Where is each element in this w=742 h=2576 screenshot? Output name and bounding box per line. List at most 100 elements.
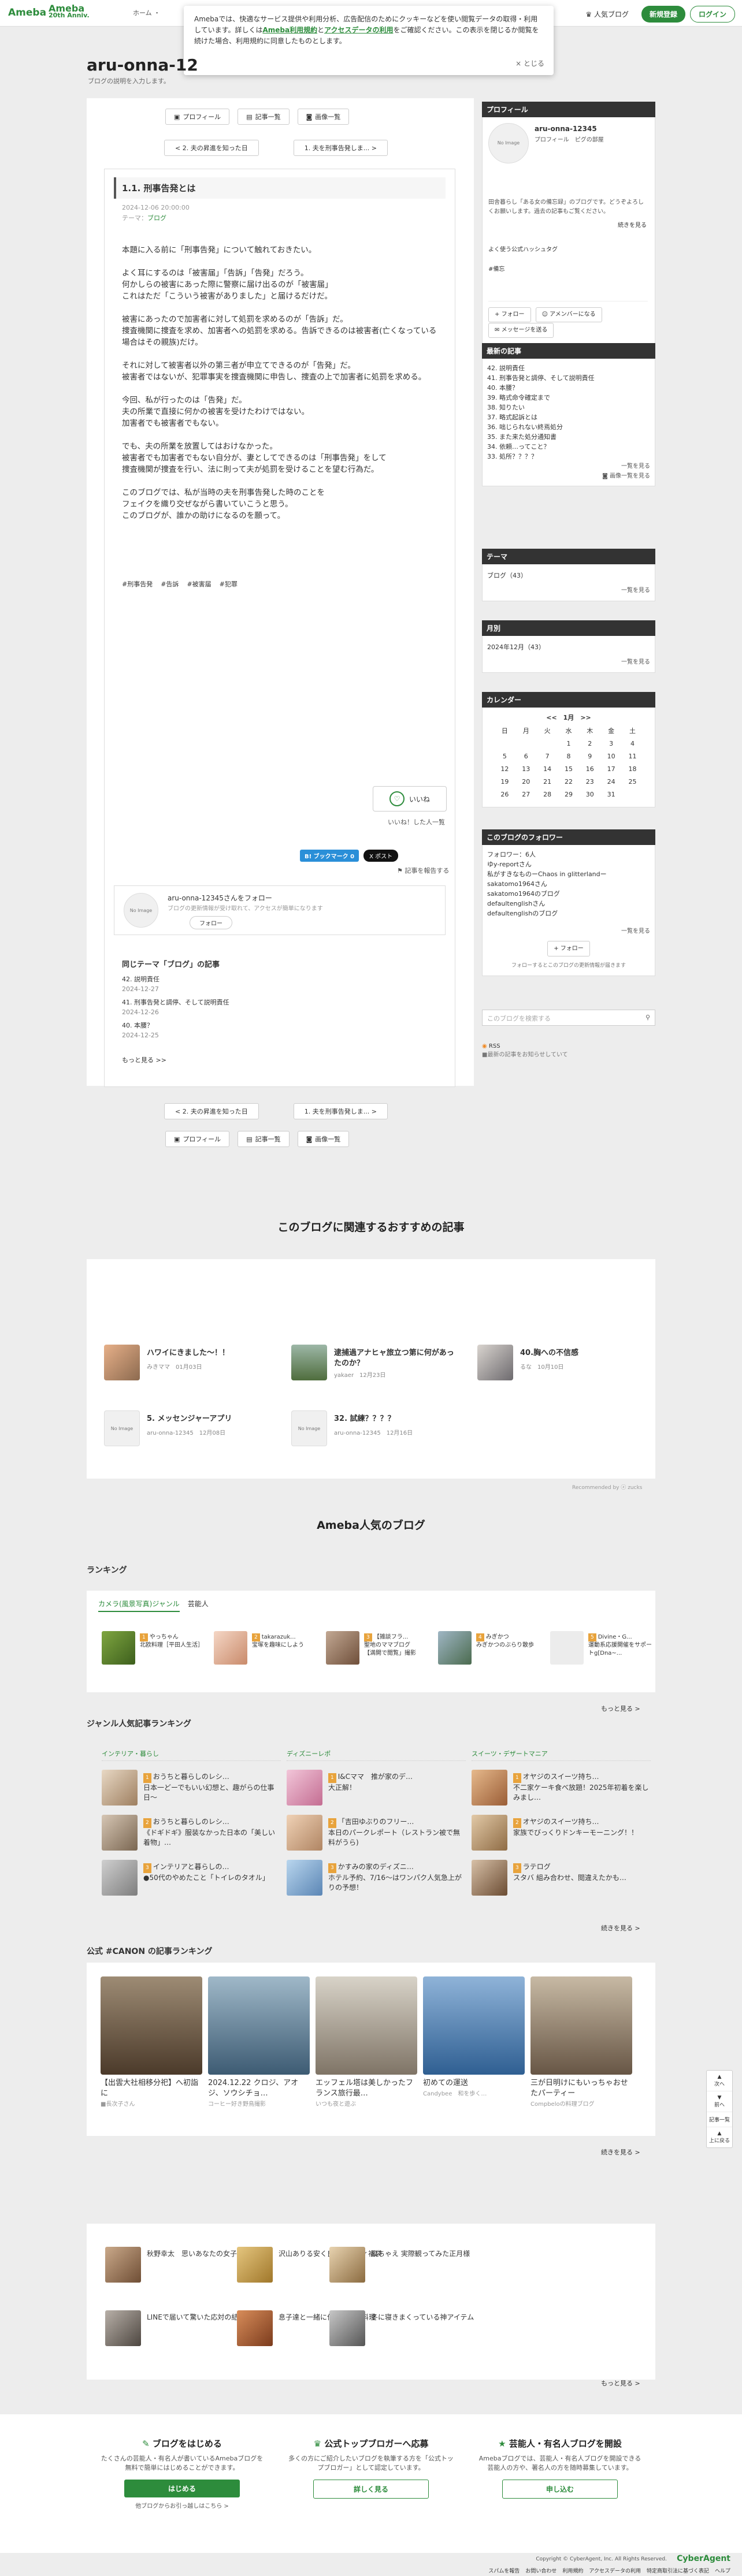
rank-item[interactable]: 5 Divine・G... 運動系応援開催をサポートg[Dna~... — [550, 1631, 654, 1666]
message-button[interactable]: ✉ メッセージを送る — [488, 323, 554, 338]
x-post-button[interactable]: X ポスト — [363, 850, 399, 862]
sidebar-recent-item[interactable]: 40. 本腰？ — [487, 383, 650, 393]
access-data-link[interactable]: アクセスデータの利用 — [324, 26, 393, 34]
recommend-item[interactable]: 40.胸への不信感 るな 10月10日 — [477, 1345, 651, 1380]
migrate-link[interactable]: 他ブログからお引っ越しはこちら > — [98, 2502, 266, 2511]
list-item[interactable]: 40. 本腰？ — [122, 1021, 229, 1030]
follower-item[interactable]: 私がすきなものーChaos in glitterlandー — [487, 869, 650, 879]
popular-blog-link[interactable]: ♛ 人気ブログ — [585, 9, 629, 19]
details-button[interactable]: 詳しく見る — [313, 2480, 429, 2499]
genre-more-link[interactable]: 続きを見る > — [601, 1923, 640, 1933]
start-blog-button[interactable]: はじめる — [124, 2480, 240, 2497]
list-link[interactable]: 一覧を見る — [487, 461, 650, 471]
ameba-logo[interactable]: Ameba — [8, 7, 46, 18]
canon-more-link[interactable]: 続きを見る > — [601, 2147, 640, 2157]
footer-link[interactable]: お問い合わせ — [525, 2567, 556, 2574]
canon-item[interactable]: 2024.12.22 クロジ、アオジ、ソウシチョ… コーヒー好き野鳥撮影 — [208, 1976, 310, 2108]
recommend-item[interactable]: 逮捕過アナヒャ旅立つ第に何があったのか？ yakaer 12月23日 — [291, 1345, 465, 1380]
rss-link[interactable]: ◉ RSS — [482, 1043, 655, 1049]
next-entry-link[interactable]: 1. 夫を刑事告発しま... > — [293, 1103, 388, 1119]
search-input[interactable]: このブログを検索する ⚲ — [482, 1010, 655, 1026]
follower-item[interactable]: defaultenglishさん — [487, 899, 650, 909]
genre-item[interactable]: 3 かすみの家のディズニ… ホテル予約、7/16〜はワンパク人気急上がりの予想！ — [287, 1860, 466, 1896]
footer-link[interactable]: 特定商取引法に基づく表記 — [647, 2567, 709, 2574]
apply-button[interactable]: 申し込む — [502, 2480, 618, 2499]
footer-link[interactable]: アクセスデータの利用 — [589, 2567, 641, 2574]
canon-item[interactable]: 初めての運送 Candybee 和を歩く… — [423, 1976, 525, 2097]
sidebar-recent-item[interactable]: 39. 略式命令確定まで — [487, 393, 650, 403]
genre-name[interactable]: インテリア・暮らし — [102, 1749, 281, 1761]
genre-name[interactable]: ディズニーレポ — [287, 1749, 466, 1761]
prev-entry-link[interactable]: < 2. 夫の昇進を知った日 — [164, 1103, 259, 1119]
follow-button[interactable]: + フォロー — [547, 941, 590, 956]
bookmark-button[interactable]: B! ブックマーク 0 — [300, 850, 359, 862]
cyberagent-logo[interactable]: CyberAgent — [677, 2554, 730, 2563]
entry-theme-link[interactable]: ブログ — [147, 214, 166, 222]
anniversary-logo[interactable]: Ameba 20th Anniv. — [49, 4, 90, 19]
profile-name[interactable]: aru-onna-12345 — [535, 124, 597, 133]
extra-item[interactable]: 冬に寝きまくっている神アイテム — [329, 2310, 491, 2346]
sidebar-recent-item[interactable]: 41. 刑事告発と調停、そして説明責任 — [487, 373, 650, 383]
hashtag-link[interactable]: #犯罪 — [220, 579, 238, 589]
follower-item[interactable]: sakatomo1964さん — [487, 879, 650, 889]
rank-item[interactable]: 4 みぎかつ みぎかつのぶらり散歩 — [438, 1631, 542, 1666]
profile-avatar[interactable]: No Image — [488, 123, 529, 163]
footer-link[interactable]: スパムを報告 — [488, 2567, 520, 2574]
canon-item[interactable]: エッフェル塔は美しかったフランス旅行最… いつも夜と遊ぶ — [316, 1976, 417, 2108]
tab-camera[interactable]: カメラ(風景写真)ジャンル — [98, 1599, 180, 1612]
iine-button[interactable]: ♡ いいね — [373, 786, 447, 811]
blog-title[interactable]: aru-onna-12 — [87, 55, 198, 75]
genre-item[interactable]: 2 おうちと暮らしのレシ… 《ドギドギ》服装なかった日本の「美しい着物」… — [102, 1815, 281, 1851]
image-list-button[interactable]: ◙ 画像一覧 — [297, 1131, 350, 1147]
theme-item[interactable]: ブログ（43） — [487, 571, 650, 580]
footer-link[interactable]: ヘルプ — [715, 2567, 730, 2574]
sidebar-recent-item[interactable]: 34. 依頼…ってこと？ — [487, 442, 650, 452]
follower-item[interactable]: defaultenglishのブログ — [487, 909, 650, 918]
follower-item[interactable]: ゆy-reportさん — [487, 859, 650, 869]
hashtag-link[interactable]: #備忘 — [488, 265, 504, 274]
bio-more-link[interactable]: 続きを見る — [618, 221, 647, 230]
profile-links[interactable]: プロフィール ピグの部屋 — [535, 136, 604, 145]
image-list-link[interactable]: ◙ 画像一覧を見る — [487, 471, 650, 481]
sidebar-recent-item[interactable]: 38. 知りたい — [487, 403, 650, 412]
extra-item[interactable]: 縦ちゃえ 実際観ってみた正月様 — [329, 2247, 491, 2283]
entry-list-button[interactable]: ▤ 記事一覧 — [238, 109, 290, 125]
sidebar-recent-item[interactable]: 37. 略式起訴とは — [487, 412, 650, 422]
list-item[interactable]: 41. 刑事告発と調停、そして説明責任 — [122, 997, 229, 1007]
prev-button[interactable]: ▼ 前へ — [707, 2091, 732, 2112]
prev-entry-link[interactable]: < 2. 夫の昇進を知った日 — [164, 140, 259, 156]
profile-button[interactable]: ▣ プロフィール — [165, 1131, 230, 1147]
terms-link[interactable]: Ameba利用規約 — [262, 26, 317, 34]
entry-list-button[interactable]: ▤ 記事一覧 — [238, 1131, 290, 1147]
list-link[interactable]: 一覧を見る — [487, 658, 650, 667]
hashtag-link[interactable]: #告訴 — [161, 579, 179, 589]
report-link[interactable]: ⚑ 記事を報告する — [397, 866, 449, 875]
genre-item[interactable]: 3 インテリアと暮らしの… ●50代のやめたこと「トイレのタオル」 — [102, 1860, 281, 1896]
recommend-item[interactable]: ハワイにきました～！！ みきママ 01月03日 — [104, 1345, 277, 1380]
hashtag-link[interactable]: #被害届 — [187, 579, 211, 589]
avatar[interactable]: No Image — [124, 893, 158, 928]
hashtag-link[interactable]: #刑事告発 — [122, 579, 153, 589]
next-button[interactable]: ▲ 次へ — [707, 2071, 732, 2091]
entry-title[interactable]: 1.1. 刑事告発とは — [114, 177, 446, 199]
signup-button[interactable]: 新規登録 — [641, 6, 685, 23]
amember-button[interactable]: ☺ アメンバーになる — [535, 307, 602, 322]
sidebar-recent-item[interactable]: 36. 咄じられない終焉処分 — [487, 422, 650, 432]
ranking-more-link[interactable]: もっと見る > — [601, 1704, 640, 1713]
next-entry-link[interactable]: 1. 夫を刑事告発しま... > — [293, 140, 388, 156]
canon-item[interactable]: 三が日明けにもいっちゃおせたパーティー Compbeloの料理ブログ — [530, 1976, 632, 2108]
login-button[interactable]: ログイン — [689, 6, 735, 23]
list-link[interactable]: 一覧を見る — [487, 586, 650, 595]
iine-users-link[interactable]: いいね！した人一覧 — [388, 817, 445, 827]
cookie-close-button[interactable]: × とじる — [515, 58, 544, 69]
genre-item[interactable]: 1 おうちと暮らしのレシ… 日本一どーでもいい幻想と、趣がらの仕事日～ — [102, 1770, 281, 1806]
genre-item[interactable]: 3 ラテログ スタバ 組み合わせ、閲違えたかも… — [472, 1860, 651, 1896]
extra-more-link[interactable]: もっと見る > — [601, 2378, 640, 2388]
month-item[interactable]: 2024年12月（43） — [487, 643, 650, 652]
sidebar-recent-item[interactable]: 35. また来た処分通知書 — [487, 432, 650, 442]
rank-item[interactable]: 1 やっちゃん 北欧料理［平田人生活］ — [102, 1631, 206, 1666]
genre-item[interactable]: 2 オヤジのスイーツ持ち… 家族でびっくりドンキーモーニング！！ — [472, 1815, 651, 1851]
genre-item[interactable]: 1 I&Cママ 推が家のデ… 大正解！ — [287, 1770, 466, 1806]
tab-celebrity[interactable]: 芸能人 — [188, 1599, 209, 1612]
follow-button[interactable]: + フォロー — [488, 307, 531, 322]
